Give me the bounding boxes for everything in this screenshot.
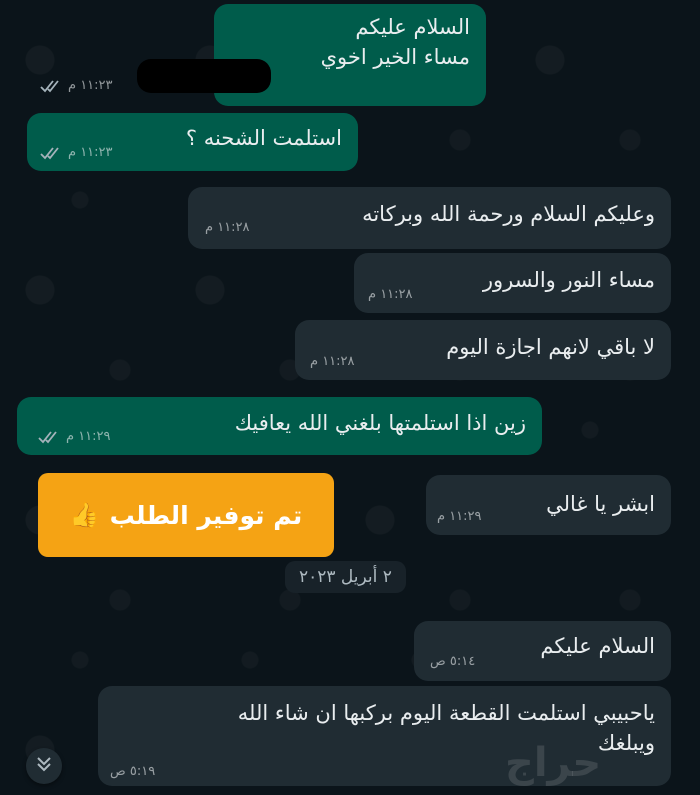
- message-bubble-incoming[interactable]: لا باقي لانهم اجازة اليوم: [295, 320, 671, 380]
- message-meta: ١١:٢٨ م: [310, 354, 355, 369]
- message-bubble-outgoing[interactable]: استلمت الشحنه ؟: [27, 113, 358, 171]
- message-time: ١١:٢٨ م: [205, 220, 250, 235]
- message-text: لا باقي لانهم اجازة اليوم: [446, 335, 655, 359]
- message-text: وعليكم السلام ورحمة الله وبركاته: [362, 202, 655, 226]
- scroll-to-bottom-button[interactable]: [26, 748, 62, 784]
- message-time: ١١:٢٣ م: [68, 145, 113, 160]
- message-meta: ١١:٢٩ م: [437, 509, 482, 524]
- message-bubble-outgoing[interactable]: زين اذا استلمتها بلغني الله يعافيك: [17, 397, 542, 455]
- message-text: مساء النور والسرور: [482, 268, 655, 292]
- date-separator: ٢ أبريل ٢٠٢٣: [285, 561, 406, 593]
- message-text: زين اذا استلمتها بلغني الله يعافيك: [234, 411, 526, 435]
- message-meta: ١١:٢٩ م: [38, 429, 111, 444]
- message-text: استلمت الشحنه ؟: [185, 126, 342, 150]
- message-time: ١١:٢٨ م: [368, 287, 413, 302]
- message-bubble-incoming[interactable]: ابشر يا غالي: [426, 475, 671, 535]
- message-time: ١١:٢٨ م: [310, 354, 355, 369]
- message-time: ٥:١٩ ص: [110, 764, 156, 779]
- order-fulfilled-banner: تم توفير الطلب 👍: [38, 473, 334, 557]
- double-check-icon: [40, 79, 62, 93]
- message-meta: ٥:١٩ ص: [110, 764, 155, 779]
- message-meta: ١١:٢٨ م: [368, 287, 413, 302]
- watermark-logo: حراج: [505, 740, 602, 786]
- thumbs-up-icon: 👍: [69, 501, 100, 529]
- double-check-icon: [38, 430, 60, 444]
- message-meta: ٥:١٤ ص: [430, 654, 475, 669]
- message-bubble-incoming[interactable]: مساء النور والسرور: [354, 253, 671, 313]
- message-time: ٥:١٤ ص: [430, 654, 476, 669]
- chevron-double-down-icon: [35, 755, 53, 777]
- message-bubble-incoming[interactable]: السلام عليكم: [414, 621, 671, 681]
- message-bubble-incoming[interactable]: وعليكم السلام ورحمة الله وبركاته: [188, 187, 671, 249]
- message-meta: ١١:٢٣ م: [40, 78, 113, 93]
- message-text: السلام عليكم: [540, 634, 655, 658]
- redacted-name: [137, 59, 271, 93]
- message-time: ١١:٢٣ م: [68, 78, 113, 93]
- message-time: ١١:٢٩ م: [437, 509, 482, 524]
- message-time: ١١:٢٩ م: [66, 429, 111, 444]
- banner-text: تم توفير الطلب: [109, 500, 303, 530]
- double-check-icon: [40, 146, 62, 160]
- message-meta: ١١:٢٨ م: [205, 220, 250, 235]
- message-text: ابشر يا غالي: [546, 492, 655, 516]
- message-meta: ١١:٢٣ م: [40, 145, 113, 160]
